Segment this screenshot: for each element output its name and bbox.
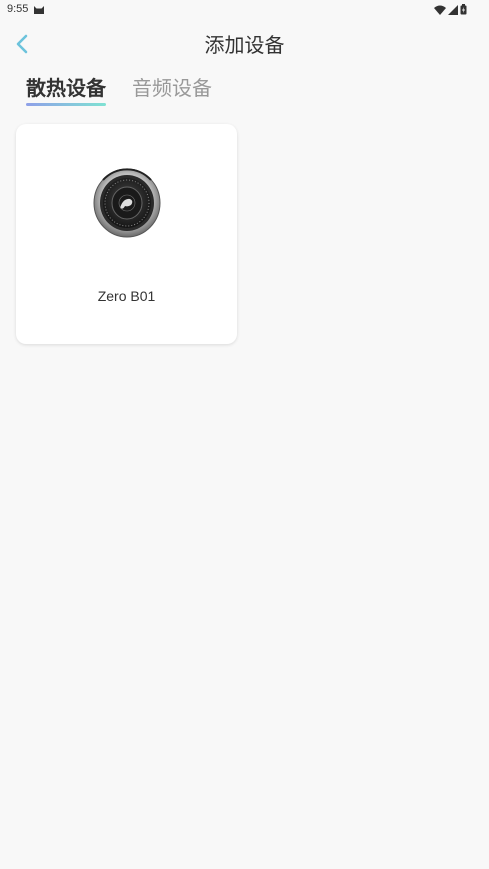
device-image <box>93 168 161 238</box>
tab-label: 音频设备 <box>132 76 212 100</box>
signal-icon <box>448 4 458 15</box>
tab-cooling-devices[interactable]: 散热设备 <box>26 74 106 106</box>
tab-label: 散热设备 <box>26 76 106 100</box>
status-time: 9:55 <box>7 3 29 15</box>
status-bar: 9:55 <box>0 0 489 20</box>
device-category-tabs: 散热设备 音频设备 <box>26 74 212 106</box>
header: 添加设备 <box>0 24 489 68</box>
page-title: 添加设备 <box>204 33 285 57</box>
status-icons <box>434 4 467 15</box>
tab-audio-devices[interactable]: 音频设备 <box>132 74 212 106</box>
tab-active-indicator <box>26 103 106 106</box>
wifi-icon <box>434 5 446 15</box>
device-name: Zero B01 <box>97 288 156 304</box>
battery-icon <box>460 4 467 15</box>
device-card[interactable]: Zero B01 <box>16 124 237 344</box>
notification-cat-icon <box>34 6 44 14</box>
